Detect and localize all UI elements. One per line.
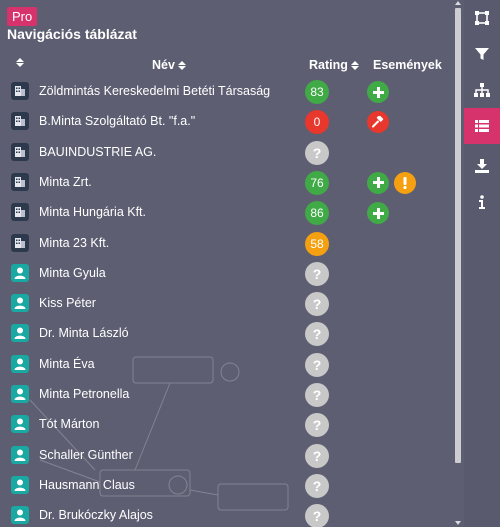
gavel-icon[interactable] bbox=[367, 111, 389, 134]
navigation-table-panel: Pro Navigációs táblázat Név Rating Esemé… bbox=[0, 0, 452, 527]
entity-name[interactable]: Minta Éva bbox=[39, 357, 95, 371]
company-icon bbox=[11, 233, 29, 252]
table-row[interactable]: Minta Petronella? bbox=[0, 380, 452, 410]
rating-badge: 0 bbox=[305, 110, 329, 135]
rating-badge: ? bbox=[305, 473, 329, 498]
plus-icon[interactable] bbox=[367, 81, 389, 103]
rating-badge: ? bbox=[305, 292, 329, 317]
entity-name[interactable]: BAUINDUSTRIE AG. bbox=[39, 145, 156, 159]
scrollbar-thumb[interactable] bbox=[455, 8, 461, 463]
rating-badge: ? bbox=[305, 383, 329, 407]
frame-icon bbox=[475, 11, 489, 25]
info-button[interactable] bbox=[464, 184, 500, 220]
entity-name[interactable]: Minta 23 Kft. bbox=[39, 236, 109, 250]
table-row[interactable]: Minta Zrt. 76 bbox=[0, 168, 452, 198]
filter-button[interactable] bbox=[464, 36, 500, 72]
events-column-header: Események bbox=[373, 58, 442, 72]
rating-badge: 58 bbox=[305, 231, 329, 256]
list-icon bbox=[475, 120, 489, 132]
rating-badge: ? bbox=[305, 140, 329, 165]
person-icon bbox=[11, 263, 29, 282]
table-row[interactable]: Minta Hungária Kft. 86 bbox=[0, 198, 452, 228]
rating-badge: ? bbox=[305, 352, 329, 377]
scrollbar[interactable] bbox=[452, 0, 464, 527]
plus-icon[interactable] bbox=[367, 202, 389, 225]
download-button[interactable] bbox=[464, 148, 500, 184]
company-icon bbox=[11, 172, 29, 191]
table-row[interactable]: Zöldmintás Kereskedelmi Betéti Társaság 8… bbox=[0, 77, 452, 107]
table-row[interactable]: Schaller Günther? bbox=[0, 441, 452, 471]
rating-badge: 83 bbox=[305, 80, 329, 104]
type-sort-header[interactable] bbox=[16, 58, 24, 67]
table-row[interactable]: Dr. Brukóczky Alajos? bbox=[0, 501, 452, 527]
table-row[interactable]: Hausmann Claus? bbox=[0, 471, 452, 501]
info-icon bbox=[479, 195, 485, 209]
table-row[interactable]: Kiss Péter? bbox=[0, 289, 452, 319]
rating-badge: ? bbox=[305, 504, 329, 527]
rating-badge: 76 bbox=[305, 170, 329, 195]
entity-name[interactable]: Dr. Brukóczky Alajos bbox=[39, 508, 153, 522]
table-row[interactable]: BAUINDUSTRIE AG.? bbox=[0, 138, 452, 168]
events-column-label: Események bbox=[373, 58, 442, 72]
name-column-label: Név bbox=[152, 58, 175, 72]
company-icon bbox=[11, 82, 29, 100]
table-row[interactable]: Tót Márton? bbox=[0, 410, 452, 440]
rating-badge: ? bbox=[305, 261, 329, 286]
plus-icon[interactable] bbox=[367, 171, 389, 194]
hierarchy-button[interactable] bbox=[464, 72, 500, 108]
person-icon bbox=[11, 506, 29, 525]
person-icon bbox=[11, 415, 29, 434]
sort-icon bbox=[16, 58, 24, 67]
person-icon bbox=[11, 294, 29, 313]
person-icon bbox=[11, 324, 29, 343]
entity-name[interactable]: Zöldmintás Kereskedelmi Betéti Társaság bbox=[39, 84, 270, 98]
entity-name[interactable]: Minta Petronella bbox=[39, 387, 129, 401]
sort-icon bbox=[350, 60, 359, 70]
person-icon bbox=[11, 475, 29, 494]
panel-title: Navigációs táblázat bbox=[7, 26, 137, 42]
table-row[interactable]: Dr. Minta László? bbox=[0, 319, 452, 349]
person-icon bbox=[11, 445, 29, 464]
company-icon bbox=[11, 112, 29, 131]
entity-name[interactable]: Dr. Minta László bbox=[39, 326, 129, 340]
pro-badge: Pro bbox=[7, 7, 38, 26]
person-icon bbox=[11, 385, 29, 403]
sort-icon bbox=[177, 60, 186, 70]
scroll-up-icon[interactable] bbox=[455, 1, 461, 5]
company-icon bbox=[11, 203, 29, 222]
table-view-button[interactable] bbox=[464, 108, 500, 144]
rating-badge: 86 bbox=[305, 201, 329, 226]
frame-button[interactable] bbox=[464, 0, 500, 36]
table-row[interactable]: Minta Éva? bbox=[0, 350, 452, 380]
scroll-down-icon[interactable] bbox=[455, 521, 461, 525]
entity-name[interactable]: B.Minta Szolgáltató Bt. "f.a." bbox=[39, 114, 195, 128]
hierarchy-icon bbox=[474, 83, 490, 97]
filter-icon bbox=[475, 48, 489, 60]
table-row[interactable]: Minta Gyula? bbox=[0, 259, 452, 289]
rating-column-label: Rating bbox=[309, 58, 348, 72]
company-icon bbox=[11, 142, 29, 161]
rating-column-header[interactable]: Rating bbox=[309, 58, 359, 72]
table-row[interactable]: B.Minta Szolgáltató Bt. "f.a." 0 bbox=[0, 107, 452, 137]
entity-name[interactable]: Minta Gyula bbox=[39, 266, 106, 280]
entity-name[interactable]: Minta Zrt. bbox=[39, 175, 92, 189]
person-icon bbox=[11, 354, 29, 373]
rating-badge: ? bbox=[305, 322, 329, 347]
rating-badge: ? bbox=[305, 443, 329, 468]
right-toolbar bbox=[464, 0, 500, 527]
entity-name[interactable]: Tót Márton bbox=[39, 417, 99, 431]
entity-name[interactable]: Minta Hungária Kft. bbox=[39, 205, 146, 219]
entity-name[interactable]: Schaller Günther bbox=[39, 448, 133, 462]
download-icon bbox=[475, 159, 489, 173]
entity-name[interactable]: Kiss Péter bbox=[39, 296, 96, 310]
warning-icon[interactable] bbox=[394, 171, 416, 194]
name-column-header[interactable]: Név bbox=[152, 58, 186, 72]
rating-badge: ? bbox=[305, 413, 329, 438]
entity-name[interactable]: Hausmann Claus bbox=[39, 478, 135, 492]
table-row[interactable]: Minta 23 Kft. 58 bbox=[0, 229, 452, 259]
